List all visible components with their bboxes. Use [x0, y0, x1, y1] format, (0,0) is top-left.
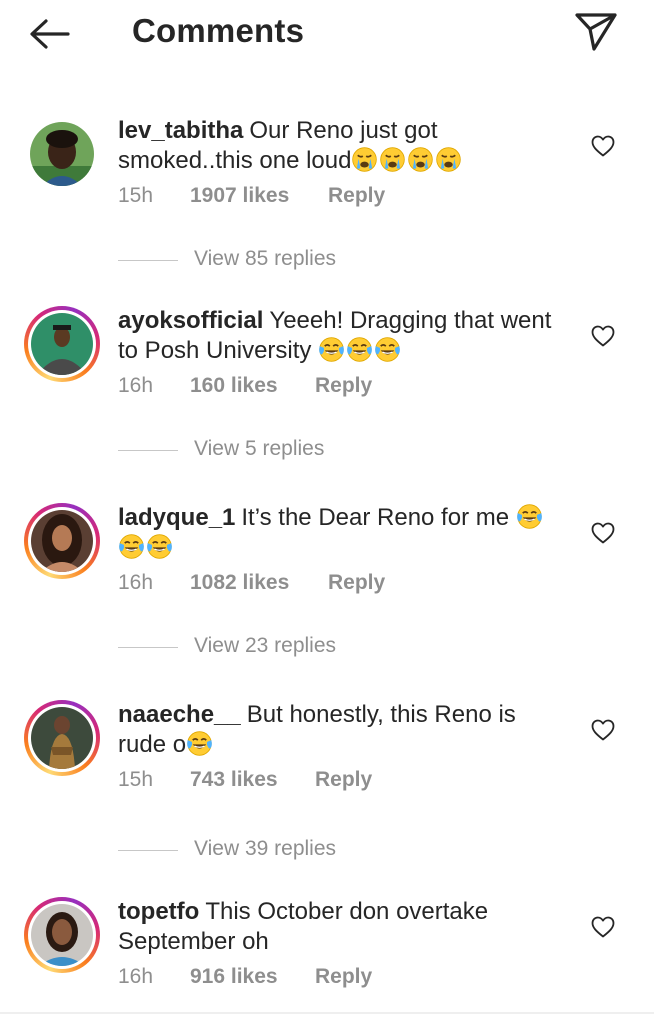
- avatar-photo: [31, 904, 93, 966]
- comment-text: ayoksofficial Yeeeh! Dragging that went t…: [118, 306, 568, 366]
- divider: [118, 260, 178, 261]
- avatar[interactable]: [24, 116, 100, 192]
- view-replies-label: View 5 replies: [194, 437, 325, 460]
- comment-text: lev_tabitha Our Reno just got smoked..thi…: [118, 116, 568, 176]
- view-replies-button[interactable]: View 39 replies: [118, 837, 418, 867]
- crying-face-emoji: [351, 146, 378, 173]
- comment-username[interactable]: naaeche__: [118, 701, 241, 728]
- avatar[interactable]: [24, 700, 100, 776]
- view-replies-label: View 23 replies: [194, 634, 337, 657]
- avatar[interactable]: [24, 306, 100, 382]
- comment-item: topetfo This October don overtake Septemb…: [0, 897, 654, 1017]
- reply-button[interactable]: Reply: [328, 184, 385, 208]
- tears-of-joy-emoji: [318, 336, 345, 363]
- comment-time: 16h: [118, 965, 154, 988]
- comment-text: topetfo This October don overtake Septemb…: [118, 897, 568, 957]
- comment-username[interactable]: ayoksofficial: [118, 307, 263, 334]
- avatar-photo: [31, 510, 93, 572]
- divider: [118, 450, 178, 451]
- avatar[interactable]: [24, 503, 100, 579]
- tears-of-joy-emoji: [146, 533, 173, 560]
- view-replies-button[interactable]: View 85 replies: [118, 247, 418, 277]
- comment-likes[interactable]: 160 likes: [190, 374, 278, 398]
- heart-icon[interactable]: [591, 719, 615, 741]
- paper-plane-icon: [575, 13, 617, 51]
- avatar-photo: [31, 707, 93, 769]
- comment-item: lev_tabitha Our Reno just got smoked..thi…: [0, 116, 654, 270]
- divider: [0, 1012, 654, 1014]
- comment-username[interactable]: lev_tabitha: [118, 117, 243, 144]
- view-replies-label: View 39 replies: [194, 837, 337, 860]
- crying-face-emoji: [379, 146, 406, 173]
- tears-of-joy-emoji: [516, 503, 543, 530]
- heart-icon[interactable]: [591, 325, 615, 347]
- tears-of-joy-emoji: [346, 336, 373, 363]
- comment-item: naaeche__ But honestly, this Reno is rude…: [0, 700, 654, 860]
- tears-of-joy-emoji: [118, 533, 145, 560]
- avatar[interactable]: [24, 897, 100, 973]
- comment-time: 16h: [118, 374, 154, 397]
- reply-button[interactable]: Reply: [328, 571, 385, 595]
- comment-message: It’s the Dear Reno for me: [241, 504, 510, 531]
- tears-of-joy-emoji: [374, 336, 401, 363]
- arrow-left-icon: [30, 19, 70, 49]
- header-bar: Comments: [0, 0, 654, 66]
- reply-button[interactable]: Reply: [315, 374, 372, 398]
- comment-text: ladyque_1 It’s the Dear Reno for me: [118, 503, 568, 563]
- divider: [118, 647, 178, 648]
- back-button[interactable]: [26, 14, 74, 54]
- comment-text: naaeche__ But honestly, this Reno is rude…: [118, 700, 568, 760]
- heart-icon[interactable]: [591, 135, 615, 157]
- page-title: Comments: [132, 12, 305, 49]
- comment-username[interactable]: topetfo: [118, 898, 199, 925]
- reply-button[interactable]: Reply: [315, 768, 372, 792]
- view-replies-button[interactable]: View 5 replies: [118, 437, 418, 467]
- tears-of-joy-emoji: [186, 730, 213, 757]
- avatar-photo: [30, 122, 94, 186]
- share-button[interactable]: [574, 12, 618, 52]
- comment-item: ayoksofficial Yeeeh! Dragging that went t…: [0, 306, 654, 460]
- avatar-photo: [31, 313, 93, 375]
- comment-username[interactable]: ladyque_1: [118, 504, 235, 531]
- comment-time: 15h: [118, 184, 154, 207]
- crying-face-emoji: [435, 146, 462, 173]
- comment-time: 16h: [118, 571, 154, 594]
- divider: [118, 850, 178, 851]
- reply-button[interactable]: Reply: [315, 965, 372, 989]
- comment-time: 15h: [118, 768, 154, 791]
- comment-likes[interactable]: 1082 likes: [190, 571, 289, 595]
- comment-item: ladyque_1 It’s the Dear Reno for me 16h 1…: [0, 503, 654, 657]
- crying-face-emoji: [407, 146, 434, 173]
- comment-likes[interactable]: 916 likes: [190, 965, 278, 989]
- heart-icon[interactable]: [591, 522, 615, 544]
- heart-icon[interactable]: [591, 916, 615, 938]
- comment-likes[interactable]: 1907 likes: [190, 184, 289, 208]
- view-replies-button[interactable]: View 23 replies: [118, 634, 418, 664]
- view-replies-label: View 85 replies: [194, 247, 337, 270]
- comment-likes[interactable]: 743 likes: [190, 768, 278, 792]
